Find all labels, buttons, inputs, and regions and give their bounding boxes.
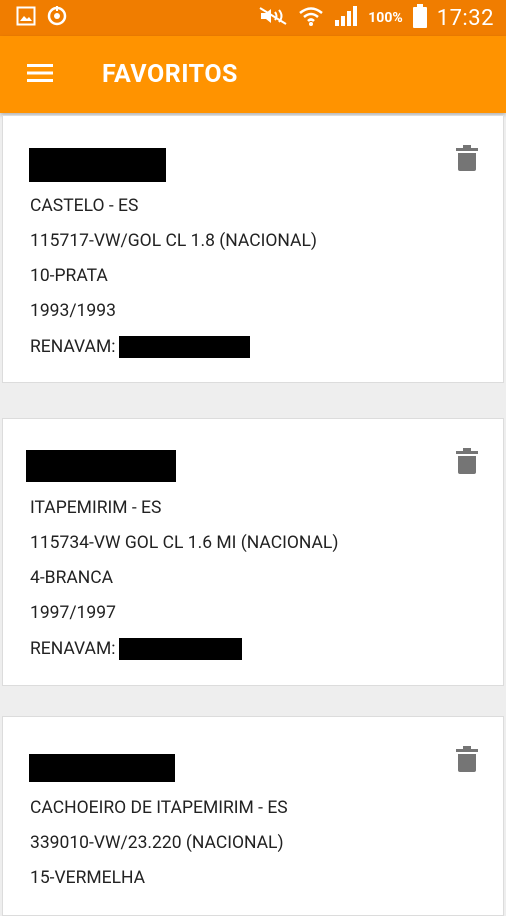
battery-icon <box>412 4 427 32</box>
color-text: 10-PRATA <box>30 266 108 286</box>
favorite-card[interactable]: CASTELO - ES 115717-VW/GOL CL 1.8 (NACIO… <box>2 115 504 383</box>
renavam-label: RENAVAM: <box>30 337 116 357</box>
delete-button[interactable] <box>453 745 481 777</box>
status-bar: 100% 17:32 <box>0 0 506 36</box>
renavam-label: RENAVAM: <box>30 639 116 659</box>
renavam-redacted <box>119 336 251 358</box>
favorite-card[interactable]: CACHOEIRO DE ITAPEMIRIM - ES 339010-VW/2… <box>2 716 504 916</box>
color-text: 4-BRANCA <box>30 568 114 588</box>
city-text: CASTELO - ES <box>30 196 139 216</box>
favorite-card[interactable]: ITAPEMIRIM - ES 115734-VW GOL CL 1.6 MI … <box>2 418 504 686</box>
city-text: CACHOEIRO DE ITAPEMIRIM - ES <box>30 798 288 818</box>
trash-icon <box>456 746 478 776</box>
year-text: 1997/1997 <box>30 603 116 623</box>
plate-redacted <box>26 450 176 482</box>
trash-icon <box>456 145 478 175</box>
delete-button[interactable] <box>453 144 481 176</box>
city-text: ITAPEMIRIM - ES <box>30 498 162 518</box>
plate-redacted <box>29 148 166 182</box>
status-time: 17:32 <box>436 5 494 31</box>
color-text: 15-VERMELHA <box>30 868 146 888</box>
wifi-icon <box>298 5 324 31</box>
plate-redacted <box>29 754 175 782</box>
model-text: 339010-VW/23.220 (NACIONAL) <box>30 833 284 853</box>
delete-button[interactable] <box>453 447 481 479</box>
signal-icon <box>334 5 358 31</box>
sync-icon <box>46 5 68 31</box>
model-text: 115717-VW/GOL CL 1.8 (NACIONAL) <box>30 231 317 251</box>
trash-icon <box>456 448 478 478</box>
renavam-redacted <box>119 638 243 660</box>
menu-icon <box>27 63 53 87</box>
app-bar: FAVORITOS <box>0 36 506 113</box>
renavam-row: RENAVAM: <box>30 336 251 358</box>
renavam-row: RENAVAM: <box>30 638 243 660</box>
battery-percent: 100% <box>368 10 403 26</box>
year-text: 1993/1993 <box>30 301 116 321</box>
gallery-icon <box>16 6 36 30</box>
menu-button[interactable] <box>10 45 70 105</box>
page-title: FAVORITOS <box>102 60 238 89</box>
mute-icon <box>258 6 288 30</box>
model-text: 115734-VW GOL CL 1.6 MI (NACIONAL) <box>30 533 339 553</box>
